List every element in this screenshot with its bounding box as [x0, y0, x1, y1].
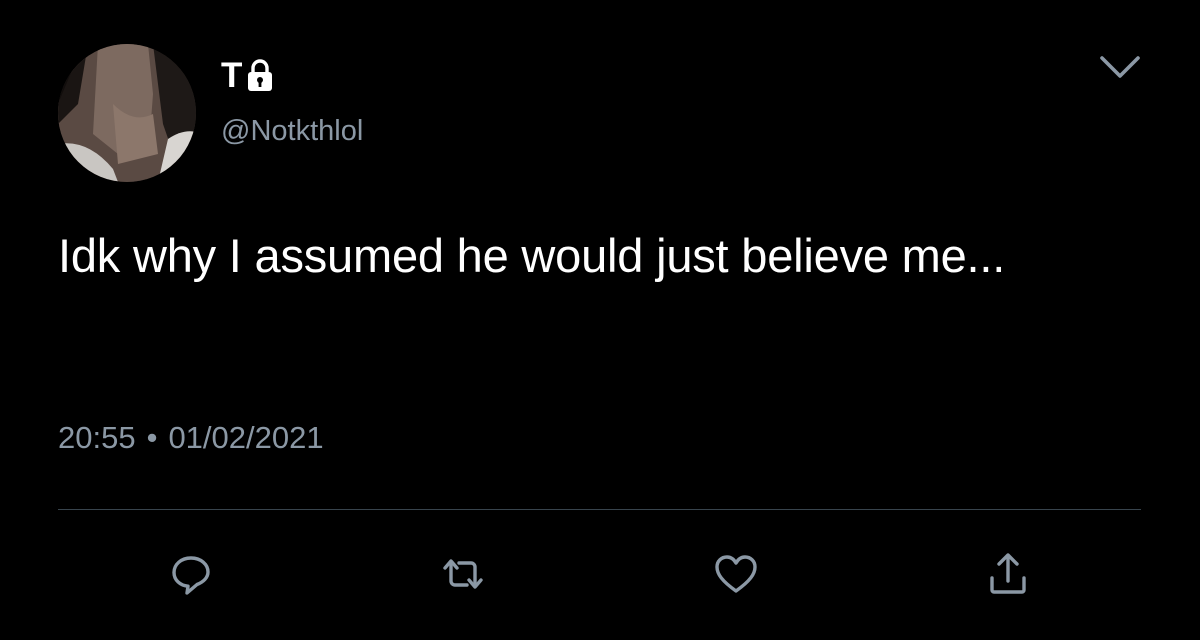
tweet-date: 01/02/2021	[168, 420, 324, 455]
heart-icon	[715, 555, 757, 593]
tweet-timestamp[interactable]: 20:55 • 01/02/2021	[58, 422, 324, 453]
display-name[interactable]: T	[221, 58, 274, 93]
like-button[interactable]	[710, 548, 762, 600]
retweet-button[interactable]	[437, 548, 489, 600]
meta-separator: •	[146, 420, 158, 455]
share-button[interactable]	[982, 548, 1034, 600]
reply-icon	[172, 556, 210, 595]
share-icon	[990, 553, 1026, 594]
avatar-image	[58, 44, 196, 182]
display-name-text: T	[221, 56, 243, 95]
avatar[interactable]	[58, 44, 196, 182]
tweet-card: T @Notkthlol Idk why I assumed he would …	[0, 0, 1200, 640]
divider	[58, 509, 1141, 510]
user-handle[interactable]: @Notkthlol	[221, 117, 363, 146]
tweet-time: 20:55	[58, 420, 136, 455]
reply-button[interactable]	[165, 548, 217, 600]
tweet-text: Idk why I assumed he would just believe …	[58, 229, 1006, 282]
lock-icon	[246, 58, 274, 93]
chevron-down-icon[interactable]	[1098, 52, 1142, 82]
retweet-icon	[443, 559, 483, 589]
